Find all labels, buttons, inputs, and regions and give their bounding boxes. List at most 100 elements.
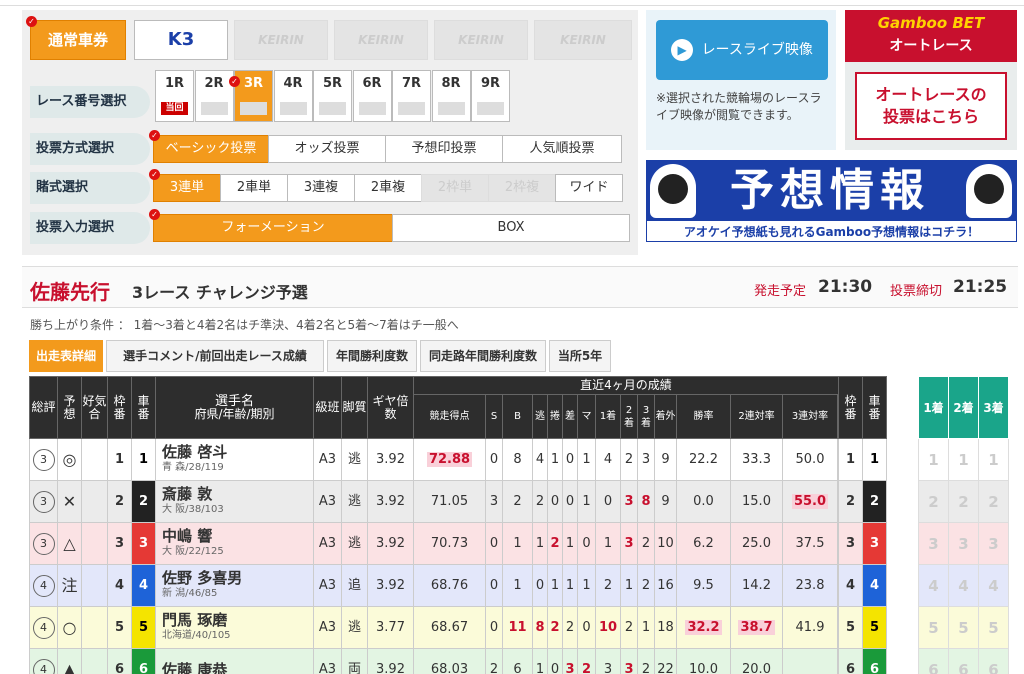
result-header-1st: 1着 — [918, 376, 949, 439]
bet-type-button[interactable]: ワイド — [555, 174, 623, 202]
result-pick-checkbox[interactable]: 6 — [948, 648, 979, 674]
b-cell: 1 — [502, 564, 533, 607]
bet-type-button[interactable]: 3連単 — [153, 174, 221, 202]
ren2-cell: 14.2 — [730, 564, 783, 607]
result-pick-checkbox[interactable]: 5 — [918, 606, 949, 649]
rider-name[interactable]: 斎藤 敦 — [162, 486, 313, 502]
win-condition: 勝ち上がり条件 ： 1着〜3着と4着2名はチ準決、4着2名と5着〜7着はチ一般へ — [30, 318, 459, 332]
gamboo-bet-logo: Gamboo BET — [877, 14, 985, 32]
header-score: 競走得点 — [413, 394, 486, 439]
ren2-cell: 25.0 — [730, 522, 783, 565]
vote-method-button[interactable]: オッズ投票 — [268, 135, 386, 163]
rider-name[interactable]: 佐藤 康恭 — [162, 662, 313, 674]
bet-type-button[interactable]: 2車複 — [354, 174, 422, 202]
table-row: 3 △ 3 3 中嶋 響大 阪/22/125 A3 逃 3.92 70.73 0 1 1 2 1 0 1 3 2 1… — [29, 522, 887, 565]
keirin-button[interactable]: KEIRIN — [534, 20, 632, 60]
sou-value: 3 — [32, 490, 55, 513]
bet-type-button[interactable]: 2枠単 — [421, 174, 489, 202]
result-pick-checkbox[interactable]: 2 — [918, 480, 949, 523]
result-pick-checkbox[interactable]: 1 — [978, 438, 1009, 481]
result-pick-checkbox[interactable]: 5 — [978, 606, 1009, 649]
header-waku: 枠番 — [107, 376, 132, 439]
vote-method-button[interactable]: 予想印投票 — [385, 135, 503, 163]
bet-type-button[interactable]: 2枠複 — [488, 174, 556, 202]
b-cell: 6 — [502, 648, 533, 674]
sou-cell: 3 — [29, 438, 58, 481]
gear-cell: 3.92 — [367, 522, 414, 565]
b-value: 11 — [508, 619, 527, 635]
result-pick-checkbox[interactable]: 2 — [948, 480, 979, 523]
bet-type-button[interactable]: 3連複 — [287, 174, 355, 202]
result-pick-checkbox[interactable]: 2 — [978, 480, 1009, 523]
sashi-cell: 2 — [562, 606, 578, 649]
result-pick-checkbox[interactable]: 3 — [978, 522, 1009, 565]
result-pick-checkbox[interactable]: 4 — [978, 564, 1009, 607]
top-strip — [0, 0, 1024, 6]
race-button[interactable]: 1R 当回 — [155, 70, 194, 122]
win-value: 9.5 — [693, 577, 714, 593]
bet-type-button[interactable]: 2車単 — [220, 174, 288, 202]
win-value: 6.2 — [693, 535, 714, 551]
race-button[interactable]: 5R — [313, 70, 352, 122]
race-status-badge — [319, 102, 346, 115]
check-badge-icon: ✓ — [149, 209, 160, 220]
nige-value: 2 — [535, 493, 545, 509]
result-pick-checkbox[interactable]: 4 — [918, 564, 949, 607]
result-pick-checkbox[interactable]: 3 — [918, 522, 949, 565]
kyaku-cell: 逃 — [341, 438, 368, 481]
race-button[interactable]: 3R — [234, 70, 273, 122]
race-button[interactable]: 8R — [431, 70, 471, 122]
header-kouki: 好気合 — [81, 376, 108, 439]
prediction-title: 予想情報 — [730, 165, 930, 216]
nige-cell: 0 — [532, 564, 548, 607]
race-button[interactable]: 7R — [392, 70, 431, 122]
result-pick-checkbox[interactable]: 1 — [918, 438, 949, 481]
sashi-cell: 3 — [562, 648, 578, 674]
nige-cell: 1 — [532, 522, 548, 565]
table-tab[interactable]: 同走路年間勝利度数 — [420, 340, 546, 372]
gear-cell: 3.77 — [367, 606, 414, 649]
rider-name[interactable]: 門馬 琢磨 — [162, 612, 313, 628]
keirin-button[interactable]: KEIRIN — [234, 20, 328, 60]
rider-name[interactable]: 佐野 多喜男 — [162, 570, 313, 586]
rider-info: 新 潟/46/85 — [162, 587, 218, 599]
win-cell: 0.0 — [676, 480, 731, 523]
waku-cell: 5 — [838, 606, 863, 649]
keirin-button[interactable]: KEIRIN — [334, 20, 428, 60]
live-video-button[interactable]: ▶ レースライブ映像 — [656, 20, 828, 80]
table-tab[interactable]: 選手コメント/前回出走レース成績 — [106, 340, 324, 372]
k3-button[interactable]: K3 — [134, 20, 228, 60]
box-button[interactable]: BOX — [392, 214, 630, 242]
formation-button[interactable]: フォーメーション — [153, 214, 393, 242]
normal-ticket-button[interactable]: 通常車券 — [30, 20, 126, 60]
race-button[interactable]: 4R — [273, 70, 313, 122]
result-pick-checkbox[interactable]: 3 — [948, 522, 979, 565]
rider-name[interactable]: 中嶋 響 — [162, 528, 313, 544]
table-tab[interactable]: 当所5年 — [549, 340, 611, 372]
result-pick-checkbox[interactable]: 6 — [978, 648, 1009, 674]
result-pick-checkbox[interactable]: 5 — [948, 606, 979, 649]
race-button[interactable]: 2R — [194, 70, 234, 122]
autorace-vote-button[interactable]: オートレースの 投票はこちら — [855, 72, 1007, 140]
row-label-bet-type: 賭式選択 — [30, 172, 150, 204]
kouki-cell — [81, 480, 108, 523]
sha-cell: 3 — [862, 522, 887, 565]
mark-cell: 注 — [57, 564, 82, 607]
ren3-cell: 41.9 — [782, 606, 838, 649]
header-waku-2: 枠番 — [838, 376, 863, 439]
keirin-button[interactable]: KEIRIN — [434, 20, 528, 60]
vote-method-button[interactable]: 人気順投票 — [502, 135, 622, 163]
entry-table: 総評 予想 好気合 枠番 車番 選手名 府県/年齢/期別 級班 脚質 ギヤ倍数 … — [29, 376, 887, 674]
vote-method-button[interactable]: ベーシック投票 — [153, 135, 269, 163]
result-pick-checkbox[interactable]: 1 — [948, 438, 979, 481]
race-button[interactable]: 9R — [471, 70, 510, 122]
table-row: 4 ○ 5 5 門馬 琢磨 北海道/40/105 A3 逃 3.77 68.67 0 11 8 2 2 0 10… — [29, 606, 887, 649]
rider-name[interactable]: 佐藤 啓斗 — [162, 444, 313, 460]
table-tab[interactable]: 年間勝利度数 — [327, 340, 417, 372]
table-tab[interactable]: 出走表詳細 — [29, 340, 103, 372]
result-pick-checkbox[interactable]: 4 — [948, 564, 979, 607]
result-pick-checkbox[interactable]: 6 — [918, 648, 949, 674]
sou-value: 3 — [32, 448, 55, 471]
sashi-value: 3 — [565, 661, 575, 674]
race-button[interactable]: 6R — [352, 70, 392, 122]
